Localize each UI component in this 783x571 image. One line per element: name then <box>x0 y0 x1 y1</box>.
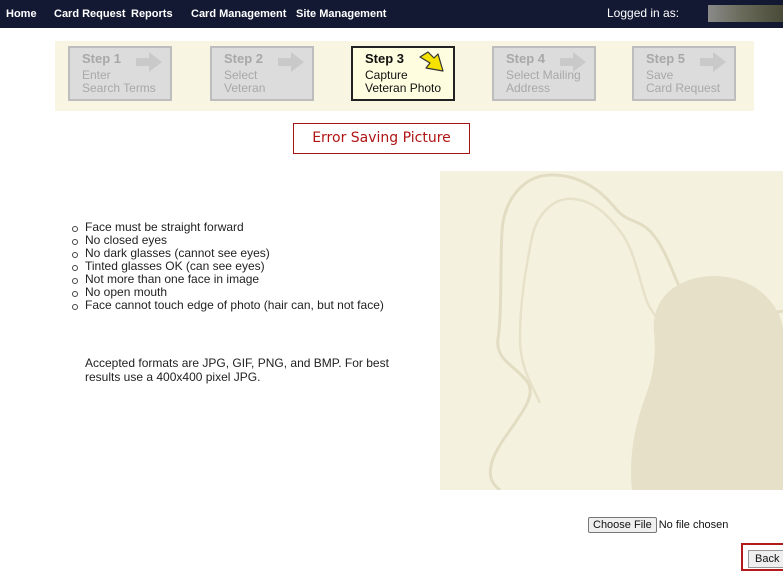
step-5[interactable]: Step 5 Save Card Request <box>632 46 736 101</box>
choose-file-button[interactable]: Choose File <box>588 517 657 533</box>
step-4[interactable]: Step 4 Select Mailing Address <box>492 46 596 101</box>
logged-in-label: Logged in as: <box>607 6 680 20</box>
file-upload: Choose File No file chosen <box>588 517 728 533</box>
arrow-right-icon <box>700 52 726 72</box>
back-button[interactable]: Back <box>748 550 783 568</box>
logged-in-user-redacted <box>708 5 783 22</box>
step-title: Step 2 <box>224 51 264 66</box>
nav-reports[interactable]: Reports <box>131 8 173 20</box>
nav-home[interactable]: Home <box>6 8 37 20</box>
file-status: No file chosen <box>658 519 729 531</box>
back-button-highlight: Back <box>741 543 783 571</box>
arrow-down-right-icon <box>419 51 444 72</box>
step-title: Step 5 <box>646 51 686 66</box>
wizard-steps-bar: Step 1 Enter Search Terms Step 2 Select … <box>55 41 754 111</box>
nav-card-management[interactable]: Card Management <box>191 8 286 20</box>
nav-site-management[interactable]: Site Management <box>296 8 386 20</box>
person-silhouette-icon <box>488 173 783 490</box>
top-nav-bar: Home Card Request Reports Card Managemen… <box>0 0 783 28</box>
photo-requirements-list: Face must be straight forward No closed … <box>70 221 384 312</box>
error-message: Error Saving Picture <box>293 123 470 154</box>
arrow-right-icon <box>560 52 586 72</box>
step-title: Step 4 <box>506 51 546 66</box>
arrow-right-icon <box>278 52 304 72</box>
step-1[interactable]: Step 1 Enter Search Terms <box>68 46 172 101</box>
step-title: Step 3 <box>365 51 405 66</box>
nav-card-request[interactable]: Card Request <box>54 8 126 20</box>
step-title: Step 1 <box>82 51 122 66</box>
step-2[interactable]: Step 2 Select Veteran <box>210 46 314 101</box>
list-item: Face cannot touch edge of photo (hair ca… <box>70 299 384 312</box>
photo-placeholder <box>440 171 783 490</box>
accepted-formats-note: Accepted formats are JPG, GIF, PNG, and … <box>85 356 389 384</box>
step-description: Select Veteran <box>224 68 266 95</box>
step-3[interactable]: Step 3 Capture Veteran Photo <box>351 46 455 101</box>
arrow-right-icon <box>136 52 162 72</box>
